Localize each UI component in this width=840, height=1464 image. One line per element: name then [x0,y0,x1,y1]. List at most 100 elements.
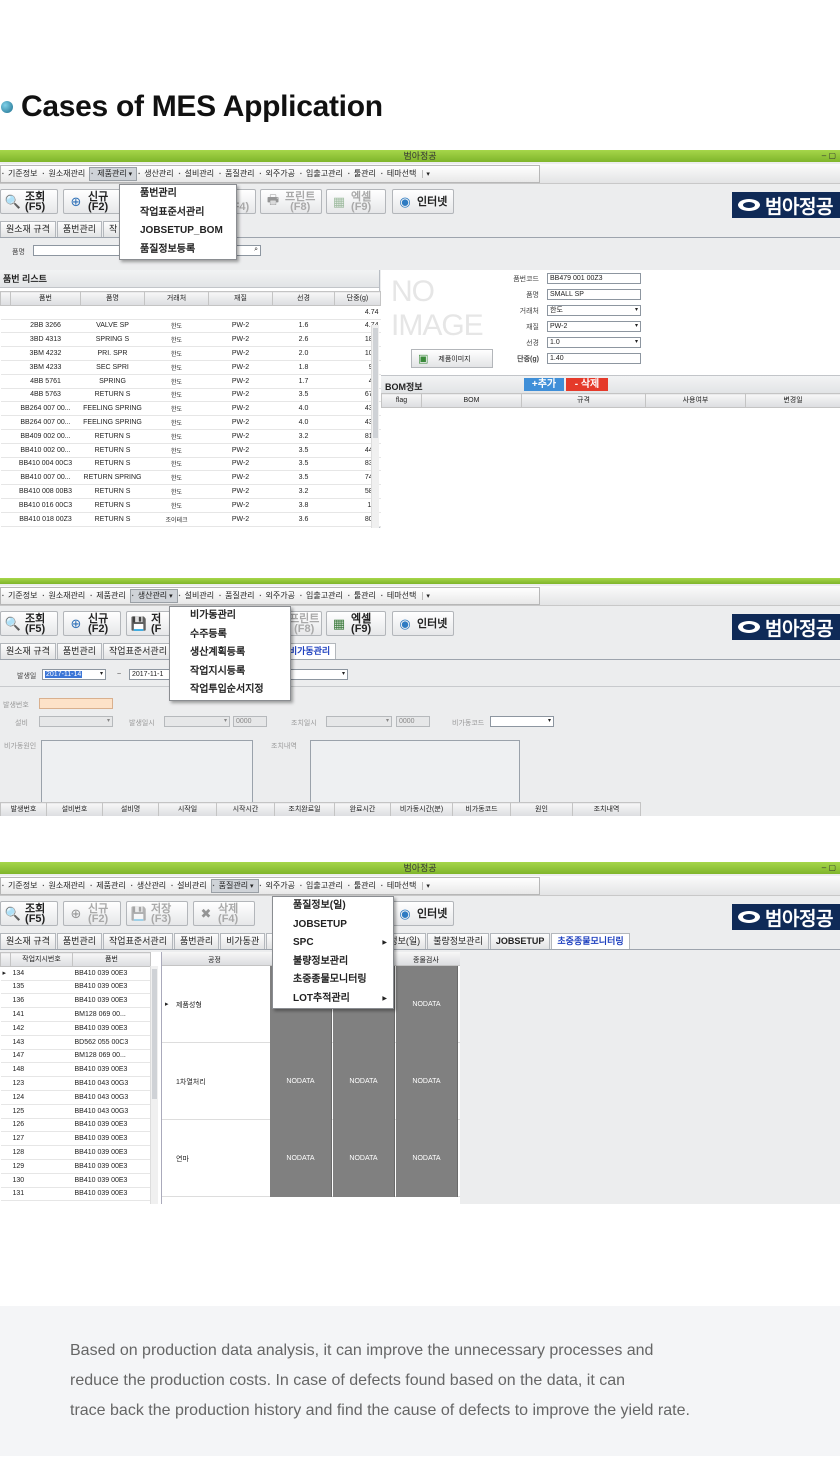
column-header-2[interactable]: 설비번호 [46,802,103,816]
column-header-2[interactable]: 품번 [72,952,151,967]
tab-10[interactable]: JOBSETUP [489,933,551,949]
bom-column-3[interactable]: 규격 [521,393,646,408]
new-button[interactable]: ⊕ 신규 (F2) [63,611,121,636]
column-header-7[interactable]: 완료시간 [334,802,391,816]
menu-item-5[interactable]: 설비관리 [178,589,218,603]
menu-item-8[interactable]: 입출고관리 [299,167,347,181]
detail-field-3[interactable]: 한도 [547,305,641,316]
menu-item-1[interactable]: 기준정보 [1,879,41,893]
dropdown-item-1[interactable]: 품질정보(일) [273,897,393,916]
equipment-select[interactable] [39,716,113,727]
new-button[interactable]: ⊕ 신규 (F2) [63,189,121,214]
table-row[interactable]: 4BB 5763RETURN S한도PW-23.567.0 [0,388,381,403]
menu-item-10[interactable]: 테마선택 [380,879,420,893]
detail-field-5[interactable]: 1.0 [547,337,641,348]
dropdown-item-3[interactable]: 생산계획등록 [170,644,290,663]
table-row[interactable]: BB409 002 00...RETURN S한도PW-23.281.5 [0,429,381,444]
menu-item-3[interactable]: 제품관리 [89,879,129,893]
tab-3[interactable]: 작업표준서관리 [103,643,173,659]
column-header-1[interactable]: 품번 [10,291,81,306]
dropdown-item-4[interactable]: 작업지시등록 [170,663,290,682]
column-header-10[interactable]: 원인 [510,802,573,816]
menu-item-7[interactable]: 외주가공 [259,589,299,603]
part-list-scrollbar[interactable] [371,325,379,528]
table-row[interactable]: 4.74 [0,305,381,320]
menu-item-5[interactable]: 설비관리 [178,167,218,181]
dropdown-item-3[interactable]: JOBSETUP_BOM [120,222,236,241]
excel-button[interactable]: ▦ 엑셀 (F9) [326,611,386,636]
tab-4[interactable]: 품번관리 [174,933,220,949]
menu-item-4[interactable]: 생산관리 [137,167,177,181]
detail-field-1[interactable]: BB479 001 00Z3 [547,273,641,284]
menu-item-6[interactable]: 품질관리 [218,167,258,181]
column-header-3[interactable]: 거래처 [144,291,209,306]
column-header-4[interactable]: 재질 [208,291,273,306]
dropdown-item-6[interactable]: LOT추적관리 ▶ [273,990,393,1009]
window-controls[interactable]: – ▢ [822,862,836,874]
table-row[interactable]: 125 BB410 043 00G3 [0,1104,151,1119]
menu-item-7[interactable]: 외주가공 [259,879,299,893]
menu-item-1[interactable]: 기준정보 [1,589,41,603]
dropdown-item-2[interactable]: 수주등록 [170,626,290,645]
dropdown-item-4[interactable]: 불량정보관리 [273,953,393,972]
window-controls[interactable]: – ▢ [822,150,836,162]
table-row[interactable]: 135 BB410 039 00E3 [0,980,151,995]
column-header-8[interactable]: 비가동시간(분) [390,802,453,816]
tab-5[interactable]: 비가동관 [220,933,266,949]
print-button[interactable]: 🖶 프린트 (F8) [260,189,322,214]
dropdown-item-2[interactable]: JOBSETUP [273,916,393,935]
downtime-cause-textarea[interactable] [41,740,253,807]
action-detail-textarea[interactable] [310,740,520,807]
column-header-1[interactable]: 발생번호 [0,802,47,816]
table-row[interactable]: BB410 008 00B3RETURN S한도PW-23.258.0 [0,484,381,499]
internet-button[interactable]: ◉ 인터넷 [392,611,454,636]
dropdown-item-3[interactable]: SPC ▶ [273,934,393,953]
column-header-3[interactable]: 설비명 [102,802,159,816]
menu-item-5[interactable]: 설비관리 [170,879,210,893]
new-button[interactable]: ⊕ 신규 (F2) [63,901,121,926]
menu-item-2[interactable]: 원소재관리 [41,879,89,893]
detail-field-2[interactable]: SMALL SP [547,289,641,300]
column-header-6[interactable]: 단중(g) [334,291,381,306]
table-row[interactable]: 147 BM128 069 00... [0,1049,151,1064]
table-row[interactable]: 136 BB410 039 00E3 [0,993,151,1009]
occur-time-field[interactable]: 0000 [233,716,267,727]
search-button[interactable]: 🔍 조회 (F5) [0,611,58,636]
dropdown-item-1[interactable]: 비가동관리 [170,607,290,626]
detail-field-4[interactable]: PW-2 [547,321,641,332]
search-button[interactable]: 🔍 조회 (F5) [0,901,58,926]
column-header-5[interactable]: 시작시간 [216,802,275,816]
table-row[interactable]: 127 BB410 039 00E3 [0,1131,151,1147]
downtime-code-select[interactable] [490,716,554,727]
menu-item-2[interactable]: 원소재관리 [41,589,89,603]
menu-item-10[interactable]: 테마선택 [380,167,420,181]
table-row[interactable]: ▸ 134 BB410 039 00E3 [0,966,151,981]
column-header-4[interactable]: 시작일 [158,802,217,816]
scrollbar-thumb[interactable] [373,328,378,438]
menu-item-9[interactable]: 툴관리 [347,167,380,181]
menu-item-9[interactable]: 툴관리 [347,879,380,893]
menu-item-3[interactable]: 제품관리 [89,589,129,603]
tab-2[interactable]: 품번관리 [56,933,103,949]
table-row[interactable]: 129 BB410 039 00E3 [0,1159,151,1174]
occur-date-select[interactable] [164,716,230,727]
menu-item-10[interactable]: 테마선택 [380,589,420,603]
dropdown-item-2[interactable]: 작업표준서관리 [120,204,236,223]
menu-item-2[interactable]: 원소재관리 [41,167,89,181]
table-row[interactable]: 142 BB410 039 00E3 [0,1021,151,1036]
table-row[interactable]: 3BM 4232PRI. SPR한도PW-22.010.8 [0,346,381,361]
action-date-select[interactable] [326,716,392,727]
print-button[interactable]: 프린트 (F8) [288,611,322,636]
menu-item-9[interactable]: 툴관리 [347,589,380,603]
menu-item-8[interactable]: 입출고관리 [299,879,347,893]
bom-column-5[interactable]: 변경일 [745,393,840,408]
dropdown-item-5[interactable]: 작업투입순서지정 [170,681,290,700]
detail-field-6[interactable]: 1.40 [547,353,641,364]
menu-item-7[interactable]: 외주가공 [259,167,299,181]
table-row[interactable]: BB264 007 00...FEELING SPRING한도PW-24.043… [0,415,381,430]
date-from-picker[interactable]: 2017-11-14 [42,669,106,680]
save-button[interactable]: 💾 저 (F [126,611,172,636]
menu-item-6[interactable]: 품질관리 [210,879,259,893]
column-header-9[interactable]: 비가동코드 [452,802,511,816]
tab-1[interactable]: 원소재 규격 [0,933,56,949]
